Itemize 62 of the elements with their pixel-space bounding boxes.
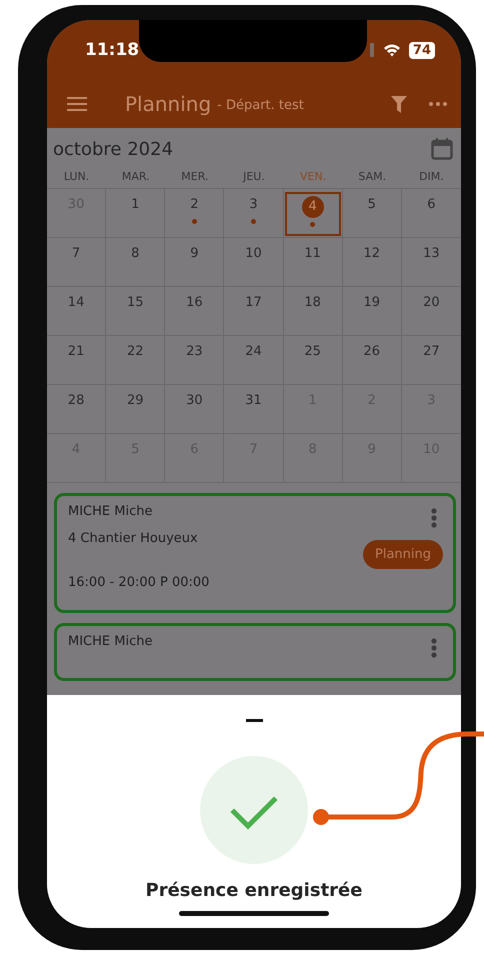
weekday-label: VEN.	[299, 170, 328, 183]
day-number[interactable]: 14	[68, 295, 84, 311]
status-time: 11:18	[85, 40, 140, 60]
weekday-label: DIM.	[418, 170, 445, 183]
day-number[interactable]: 12	[364, 246, 380, 262]
day-number[interactable]: 30	[186, 393, 203, 409]
day-number[interactable]: 27	[423, 344, 440, 360]
day-number[interactable]: 17	[245, 295, 262, 311]
day-number[interactable]: 13	[423, 246, 440, 262]
day-number[interactable]: 9	[190, 246, 198, 262]
selected-day-cell[interactable]: 4	[284, 192, 341, 236]
day-number[interactable]: 1	[131, 197, 140, 213]
drag-handle[interactable]	[246, 719, 262, 722]
calendar-icon[interactable]	[431, 138, 453, 160]
day-number[interactable]: 19	[364, 295, 380, 311]
page-title: Planning	[125, 92, 212, 116]
planning-button[interactable]: Planning	[363, 540, 443, 569]
day-number[interactable]: 2	[190, 197, 198, 213]
event-card[interactable]: MICHE Miche 4 Chantier Houyeux Planning 16:00 - 20:00 P 00:00	[54, 493, 456, 613]
day-number[interactable]: 31	[245, 393, 262, 409]
day-number[interactable]: 8	[131, 246, 140, 262]
signal-icon	[368, 43, 375, 57]
day-number[interactable]: 28	[68, 393, 84, 409]
day-number[interactable]: 29	[126, 393, 144, 409]
day-number[interactable]: 3	[249, 197, 258, 213]
weekday-label: SAM.	[357, 170, 388, 183]
day-number[interactable]: 24	[245, 344, 262, 360]
battery-indicator: 74	[408, 42, 435, 58]
time-range: 16:00 - 20:00 P 00:00	[68, 575, 210, 590]
day-number[interactable]: 15	[126, 295, 144, 311]
weekday-label: MER.	[180, 170, 210, 183]
employee-name: MICHE Miche	[68, 634, 152, 649]
more-vertical-icon[interactable]	[431, 638, 437, 658]
day-number[interactable]: 7	[72, 246, 80, 262]
day-number[interactable]: 10	[245, 246, 262, 262]
day-number[interactable]: 26	[364, 344, 380, 360]
day-number[interactable]: 5	[368, 197, 376, 213]
menu-icon[interactable]	[67, 97, 87, 111]
day-number[interactable]: 6	[427, 197, 436, 213]
day-number[interactable]: 23	[186, 344, 203, 360]
day-number[interactable]: 16	[186, 295, 203, 311]
wifi-icon	[382, 43, 401, 57]
day-number[interactable]: 22	[126, 344, 144, 360]
site-name: 4 Chantier Houyeux	[68, 531, 198, 546]
more-vertical-icon[interactable]	[431, 508, 437, 528]
month-title: octobre 2024	[53, 138, 174, 160]
day-number[interactable]: 11	[304, 246, 321, 262]
day-number: 4	[302, 196, 324, 218]
day-number[interactable]: 25	[304, 344, 321, 360]
weekday-label: MAR.	[120, 170, 151, 183]
employee-name: MICHE Miche	[68, 504, 154, 519]
day-number[interactable]: 21	[68, 344, 84, 360]
success-message: Présence enregistrée	[146, 880, 362, 901]
event-card[interactable]: MICHE Miche	[54, 623, 456, 681]
filter-icon[interactable]	[391, 96, 407, 112]
day-number[interactable]: 20	[423, 295, 440, 311]
weekday-label: LUN.	[62, 170, 90, 183]
more-icon[interactable]	[429, 102, 447, 106]
page-subtitle: - Départ. test	[217, 97, 304, 113]
check-icon	[200, 756, 308, 864]
weekday-label: JEU.	[242, 170, 266, 183]
day-number[interactable]: 18	[304, 295, 321, 311]
